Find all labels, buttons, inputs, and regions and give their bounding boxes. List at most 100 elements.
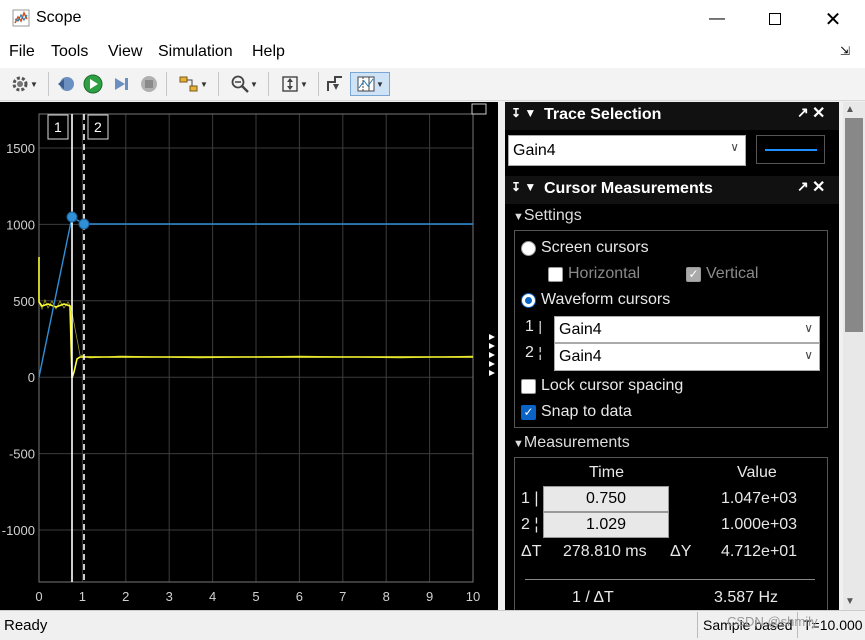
delta-t-label: ΔT <box>521 543 542 560</box>
toolbar-separator <box>166 72 167 96</box>
x-tick-label: 6 <box>296 589 303 604</box>
pin-icon[interactable]: ↧ ▼ <box>511 180 536 194</box>
zoom-button[interactable]: ▼ <box>224 72 264 96</box>
run-button[interactable] <box>81 72 105 96</box>
cursor-2-signal-dropdown[interactable]: Gain4 ∨ <box>554 343 820 371</box>
snap-to-data-checkbox[interactable]: ✓ <box>521 405 536 420</box>
row-1-value: 1.047e+03 <box>721 490 798 507</box>
step-back-button[interactable] <box>54 72 78 96</box>
scope-plot[interactable]: 0 1 2 3 4 5 6 7 8 9 10 1500 1000 500 0 -500 -1000 1 2 <box>0 102 498 610</box>
stop-button[interactable] <box>137 72 161 96</box>
cursor-2-marker[interactable] <box>78 218 90 230</box>
close-panel-icon[interactable]: ✕ <box>812 177 825 197</box>
lock-spacing-label: Lock cursor spacing <box>541 377 684 394</box>
horizontal-checkbox[interactable] <box>548 267 563 282</box>
cursor-1-row-label: 1 | <box>525 318 542 335</box>
scroll-down-icon[interactable]: ▼ <box>845 596 855 607</box>
y-tick-label: -1000 <box>2 523 35 538</box>
trace-select-value: Gain4 <box>513 141 556 159</box>
restore-axes-icon[interactable] <box>471 103 487 115</box>
screen-cursors-radio[interactable] <box>521 241 536 256</box>
waveform-cursors-radio[interactable] <box>521 293 536 308</box>
minimize-button[interactable]: — <box>688 0 746 38</box>
inverse-delta-t-value: 3.587 Hz <box>714 589 779 606</box>
menu-help[interactable]: Help <box>252 43 285 61</box>
lock-spacing-checkbox[interactable] <box>521 379 536 394</box>
cursor-1-label: 1 <box>54 119 62 135</box>
row-2-time: 1.029 <box>543 512 669 538</box>
x-tick-label: 3 <box>166 589 173 604</box>
trace-select-dropdown[interactable]: Gain4 ∨ <box>508 135 746 166</box>
time-column-header: Time <box>589 464 624 481</box>
toolbar-separator <box>48 72 49 96</box>
y-tick-label: 1000 <box>6 217 35 232</box>
measurements-section-toggle[interactable]: ▼Measurements <box>513 434 630 452</box>
chevron-down-icon: ∨ <box>730 140 739 154</box>
measurements-label: Measurements <box>523 434 630 451</box>
cursor-measurements-title: Cursor Measurements <box>544 180 713 197</box>
minimize-icon: — <box>709 10 725 27</box>
cursor-measurement-icon <box>357 76 375 92</box>
y-tick-label: 500 <box>13 294 35 309</box>
toolbar-separator <box>218 72 219 96</box>
x-tick-label: 5 <box>252 589 259 604</box>
plot-svg[interactable]: 0 1 2 3 4 5 6 7 8 9 10 1500 1000 500 0 -500 -1000 1 2 <box>0 102 498 610</box>
chevron-down-icon: ▼ <box>200 79 208 89</box>
stop-icon <box>141 76 157 92</box>
data-cursors-button[interactable] <box>323 72 347 96</box>
chevron-down-icon: ∨ <box>804 321 813 335</box>
run-icon <box>83 74 103 94</box>
toolbar-separator <box>318 72 319 96</box>
undock-icon[interactable]: ↗ <box>797 104 809 121</box>
menu-view[interactable]: View <box>108 43 142 61</box>
row-2-label: 2 ¦ <box>521 516 539 533</box>
cursor-measurements-button[interactable]: ▼ <box>350 72 390 96</box>
cursor-2-signal-value: Gain4 <box>559 348 602 365</box>
delta-y-value: 4.712e+01 <box>721 543 798 560</box>
close-button[interactable]: ✕ <box>804 0 862 38</box>
x-tick-label: 7 <box>339 589 346 604</box>
trace-selection-title: Trace Selection <box>544 106 662 123</box>
undock-icon[interactable]: ↗ <box>797 178 809 195</box>
delta-y-label: ΔY <box>670 543 692 560</box>
scale-axes-button[interactable]: ▼ <box>274 72 314 96</box>
y-tick-label: 0 <box>28 370 35 385</box>
cursor-1-signal-value: Gain4 <box>559 320 602 338</box>
scrollbar-thumb[interactable] <box>845 118 863 332</box>
screen-cursors-label: Screen cursors <box>541 239 649 256</box>
highlight-simulink-block-button[interactable]: ▼ <box>172 72 214 96</box>
cursor-1-marker[interactable] <box>66 211 78 223</box>
caret-down-icon: ▼ <box>513 211 524 223</box>
chevron-down-icon: ▼ <box>300 79 308 89</box>
snap-to-data-label: Snap to data <box>541 403 632 420</box>
menu-dock-arrow-icon[interactable]: ⇲ <box>840 44 850 58</box>
window-title: Scope <box>36 9 82 26</box>
vertical-checkbox[interactable]: ✓ <box>686 267 701 282</box>
caret-down-icon: ▼ <box>513 438 524 450</box>
watermark: CSDN @shmily <box>727 614 818 629</box>
maximize-button[interactable] <box>746 0 804 38</box>
collapse-panel-arrows-icon[interactable] <box>489 334 495 376</box>
cursor-1-signal-dropdown[interactable]: Gain4 ∨ <box>554 316 820 343</box>
settings-section-toggle[interactable]: ▼Settings <box>513 207 582 225</box>
step-forward-button[interactable] <box>109 72 133 96</box>
matlab-icon <box>12 9 30 27</box>
status-separator <box>697 612 698 638</box>
scroll-up-icon[interactable]: ▲ <box>845 104 855 115</box>
trace-color-swatch[interactable] <box>756 135 825 164</box>
x-tick-label: 0 <box>35 589 42 604</box>
x-tick-label: 10 <box>466 589 480 604</box>
gear-icon <box>12 76 28 92</box>
menu-file[interactable]: File <box>9 43 35 61</box>
menu-tools[interactable]: Tools <box>51 43 88 61</box>
y-tick-label: 1500 <box>6 141 35 156</box>
menu-simulation[interactable]: Simulation <box>158 43 233 61</box>
chevron-down-icon: ▼ <box>376 79 384 89</box>
close-panel-icon[interactable]: ✕ <box>812 103 825 123</box>
chevron-down-icon: ▼ <box>250 79 258 89</box>
cursor-2-label: 2 <box>94 119 102 135</box>
toolbar-separator <box>268 72 269 96</box>
close-icon: ✕ <box>824 8 842 31</box>
pin-icon[interactable]: ↧ ▼ <box>511 106 536 120</box>
configuration-button[interactable]: ▼ <box>4 72 44 96</box>
